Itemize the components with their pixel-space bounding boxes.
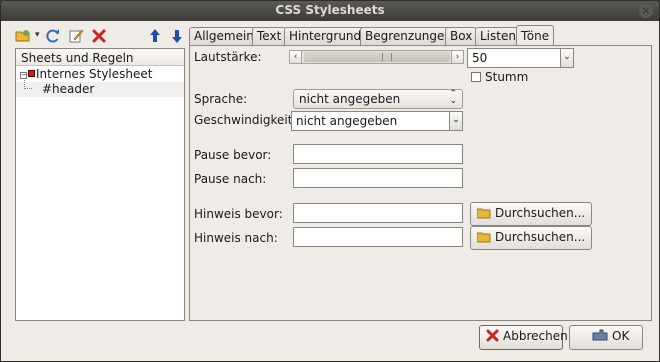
sheets-tree[interactable]: Sheets und Regeln − Internes Stylesheet #…: [15, 48, 185, 321]
tab-allgemein[interactable]: Allgemein: [189, 27, 259, 46]
pause-before-input[interactable]: [293, 144, 463, 164]
speed-combo[interactable]: nicht angegeben ⌄: [291, 111, 463, 131]
tab-box[interactable]: Box: [445, 27, 478, 46]
tab-listen[interactable]: Listen: [475, 27, 521, 46]
combo-dropdown-icon[interactable]: ⌄: [560, 48, 574, 68]
edit-icon[interactable]: [68, 28, 84, 44]
speed-value: nicht angegeben: [296, 114, 398, 128]
browse-cue-after-button[interactable]: Durchsuchen...: [470, 226, 593, 250]
delete-icon[interactable]: [91, 28, 107, 44]
pause-before-label: Pause bevor:: [194, 148, 272, 162]
combo-dropdown-icon[interactable]: ⌄: [449, 111, 463, 131]
cue-before-label: Hinweis bevor:: [194, 207, 283, 221]
language-label: Sprache:: [194, 92, 248, 106]
volume-combo[interactable]: 50 ⌄: [467, 48, 574, 68]
ok-hand-icon: [592, 329, 608, 345]
cue-before-input[interactable]: [293, 203, 463, 223]
arrow-down-icon[interactable]: [169, 28, 185, 44]
tab-text[interactable]: Text: [252, 27, 287, 46]
css-stylesheets-dialog: CSS Stylesheets × ▾ Sheets und Regeln − …: [0, 0, 660, 362]
refresh-icon[interactable]: [45, 28, 61, 44]
folder-icon: [476, 231, 491, 246]
dropdown-arrow-icon[interactable]: ▾: [35, 30, 43, 46]
arrow-up-icon[interactable]: [147, 28, 163, 44]
mute-checkbox[interactable]: [471, 72, 481, 82]
browse-cue-before-button[interactable]: Durchsuchen...: [470, 202, 593, 226]
cancel-button[interactable]: Abbrechen: [479, 325, 568, 350]
tree-column-header[interactable]: Sheets und Regeln: [16, 49, 184, 66]
window-title: CSS Stylesheets: [275, 3, 385, 17]
mute-label[interactable]: Stumm: [485, 70, 528, 84]
slider-left-arrow-icon[interactable]: ‹: [290, 51, 302, 63]
title-bar[interactable]: CSS Stylesheets ×: [1, 1, 659, 21]
cancel-icon: [486, 329, 499, 345]
stylesheet-icon: [28, 70, 35, 77]
tab-toene[interactable]: Töne: [516, 25, 555, 45]
volume-slider[interactable]: ‹ ›: [289, 50, 464, 64]
slider-thumb[interactable]: [304, 52, 450, 62]
volume-label: Lautstärke:: [194, 50, 262, 64]
volume-value: 50: [472, 51, 488, 65]
tab-hintergrund[interactable]: Hintergrund: [284, 27, 367, 46]
ok-button[interactable]: OK: [569, 325, 643, 350]
open-icon[interactable]: [15, 28, 31, 44]
language-select[interactable]: nicht angegeben ⌃ ⌄: [293, 89, 463, 109]
cancel-label: Abbrechen: [503, 329, 568, 343]
pause-after-input[interactable]: [293, 168, 463, 188]
cue-after-input[interactable]: [293, 227, 463, 247]
cue-after-label: Hinweis nach:: [194, 231, 278, 245]
speed-label: Geschwindigkeit:: [194, 113, 297, 127]
tree-item-header-rule[interactable]: #header: [16, 80, 184, 97]
tree-item-label: #header: [42, 82, 95, 96]
tree-connector-line: [24, 80, 32, 89]
folder-icon: [476, 207, 491, 222]
tree-item-internal-stylesheet[interactable]: − Internes Stylesheet: [16, 67, 184, 82]
tree-item-label: Internes Stylesheet: [36, 67, 153, 81]
browse-label: Durchsuchen...: [495, 230, 586, 244]
slider-grip-icon: [382, 53, 392, 61]
close-button[interactable]: ×: [639, 4, 653, 18]
language-value: nicht angegeben: [299, 92, 401, 106]
ok-label: OK: [612, 329, 630, 343]
pause-after-label: Pause nach:: [194, 172, 267, 186]
slider-right-arrow-icon[interactable]: ›: [451, 51, 463, 63]
browse-label: Durchsuchen...: [495, 206, 586, 220]
select-updown-icon: ⌃ ⌄: [449, 89, 457, 106]
tab-begrenzungen[interactable]: Begrenzungen: [360, 27, 458, 46]
collapse-expander-icon[interactable]: −: [20, 72, 27, 79]
